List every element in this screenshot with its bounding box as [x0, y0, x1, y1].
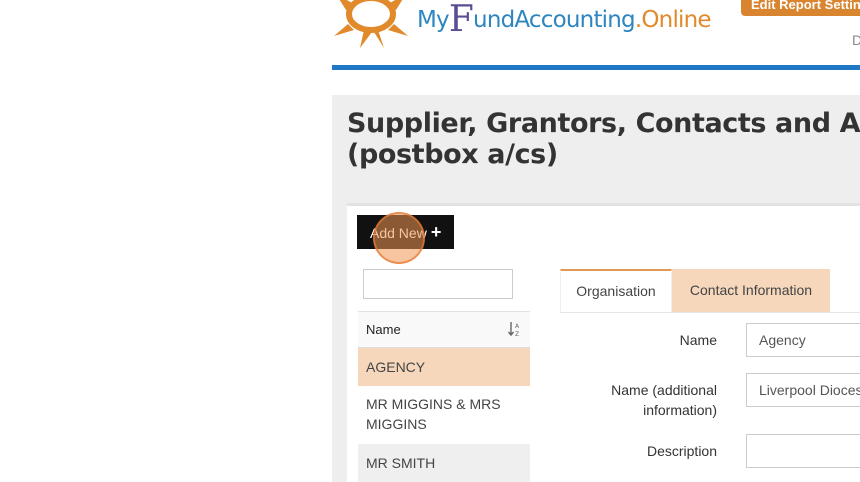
add-new-button[interactable]: Add New + — [357, 215, 454, 249]
name-label: Name — [679, 332, 717, 348]
search-input[interactable] — [363, 269, 513, 299]
header-right-text[interactable]: D — [852, 32, 860, 48]
name-column-header[interactable]: Name A Z — [358, 311, 530, 348]
list-item-mr-smith[interactable]: MR SMITH — [358, 444, 530, 482]
description-field[interactable] — [746, 434, 860, 468]
logo-star-icon — [334, 0, 408, 48]
name-additional-label: Name (additional information) — [611, 382, 717, 418]
svg-text:Z: Z — [515, 331, 519, 337]
sort-alpha-icon[interactable]: A Z — [508, 321, 522, 337]
app-page: MyFundAccounting.Online Edit Report Sett… — [0, 0, 860, 482]
list-item-agency[interactable]: AGENCY — [358, 348, 530, 386]
list-item-label-cont: MIGGINS — [366, 416, 427, 432]
list-item-mr-miggins[interactable]: MR MIGGINS & MRS MIGGINS — [358, 386, 530, 444]
list-item-label: AGENCY — [366, 359, 426, 375]
plus-icon: + — [430, 222, 442, 242]
description-label: Description — [646, 443, 717, 459]
svg-text:A: A — [515, 323, 520, 330]
list-item-label: MR SMITH — [366, 455, 436, 471]
tab-organisation[interactable]: Organisation — [560, 269, 672, 312]
add-new-label: Add New — [370, 225, 427, 241]
name-additional-field[interactable]: Liverpool Diocese — [746, 373, 860, 407]
name-field[interactable]: Agency — [746, 323, 860, 357]
contacts-list: Name A Z AGENCY MR MIGGINS & MRS MIGGINS… — [358, 311, 530, 482]
logo-wordmark[interactable]: MyFundAccounting.Online — [417, 2, 712, 38]
contacts-card: Add New + Name A Z AGENCY MR MIGGINS & M… — [347, 203, 860, 482]
edit-report-settings-button[interactable]: Edit Report Settings — [741, 0, 860, 16]
header-divider — [332, 65, 860, 70]
page-title: Supplier, Grantors, Contacts and Agencie… — [347, 108, 860, 170]
name-column-label: Name — [366, 322, 401, 337]
detail-tabs: Organisation Contact Information — [560, 269, 860, 313]
content-panel: Supplier, Grantors, Contacts and Agencie… — [332, 95, 860, 482]
list-item-label: MR MIGGINS & MRS — [366, 396, 501, 412]
tab-contact-information[interactable]: Contact Information — [672, 269, 830, 312]
